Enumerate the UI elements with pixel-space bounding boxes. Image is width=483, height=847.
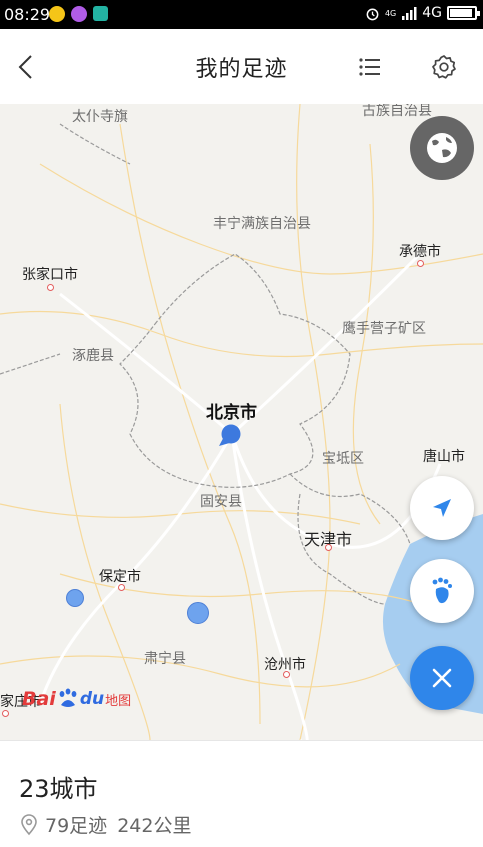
network-label: 4G [422, 5, 442, 21]
notification-browser-icon [71, 6, 87, 22]
summary-panel: 23城市 79足迹 242公里 [0, 740, 483, 847]
map-label-zhangjiakou: 张家口市 [22, 267, 78, 283]
city-dot-cangzhou [283, 671, 290, 678]
city-count: 23城市 [19, 775, 98, 803]
locate-button[interactable] [410, 476, 474, 540]
signal-mini-label: 4G [384, 8, 397, 18]
city-dot-zhangjiakou [47, 284, 54, 291]
map-label-taipusi: 太仆寺旗 [72, 109, 128, 125]
page-title: 我的足迹 [195, 57, 288, 82]
map-label-chengde: 承德市 [399, 244, 441, 260]
map-label-guzu: 古族自治县 [362, 104, 432, 119]
city-dot-chengde [417, 260, 424, 267]
globe-icon [427, 133, 457, 163]
footprint-count: 79足迹 [45, 815, 108, 837]
header: 我的足迹 [0, 29, 483, 104]
map-label-yingshou: 鹰手营子矿区 [342, 321, 426, 337]
city-dot-tianjin [325, 544, 332, 551]
stats-row: 79足迹 242公里 [19, 811, 191, 838]
map-view[interactable]: 太仆寺旗 古族自治县 丰宁满族自治县 张家口市 承德市 涿鹿县 鹰手营子矿区 北… [0, 104, 483, 740]
settings-button[interactable] [428, 51, 460, 83]
status-indicators: 4G 4G [365, 5, 480, 21]
map-label-guan: 固安县 [200, 494, 242, 510]
globe-view-button[interactable] [410, 116, 474, 180]
baidu-logo-bai: Bai [22, 688, 56, 710]
footprint-icon [432, 577, 452, 604]
close-icon [432, 668, 452, 688]
close-button[interactable] [410, 646, 474, 710]
map-label-baodi: 宝坻区 [322, 451, 364, 467]
distance-total: 242公里 [117, 815, 192, 837]
battery-icon [447, 6, 480, 20]
map-label-suning: 肃宁县 [144, 651, 186, 667]
list-button[interactable] [354, 51, 386, 83]
notification-app-icon [49, 6, 65, 22]
city-dot-baoding [118, 584, 125, 591]
navigation-arrow-icon [433, 499, 451, 517]
status-bar: 08:29 4G 4G [0, 0, 483, 29]
location-pin-icon [21, 813, 37, 835]
baidu-logo-map: 地图 [105, 693, 132, 709]
notification-scan-icon [93, 6, 108, 21]
status-time: 08:29 [4, 5, 51, 24]
baidu-map-logo: Bai du 地图 [22, 688, 131, 710]
map-label-tangshan: 唐山市 [423, 449, 465, 465]
baidu-logo-du: du [79, 689, 105, 709]
paw-icon [59, 688, 77, 707]
map-label-baoding: 保定市 [99, 569, 141, 585]
alarm-icon [366, 8, 379, 20]
footprint-button[interactable] [410, 559, 474, 623]
map-label-beijing: 北京市 [206, 403, 257, 423]
list-icon [359, 58, 380, 76]
map-label-zhuolu: 涿鹿县 [72, 348, 114, 364]
gear-icon [432, 55, 456, 79]
signal-icon [402, 7, 417, 20]
map-label-fengning: 丰宁满族自治县 [213, 216, 311, 232]
city-dot-jiazhuang [2, 710, 9, 717]
